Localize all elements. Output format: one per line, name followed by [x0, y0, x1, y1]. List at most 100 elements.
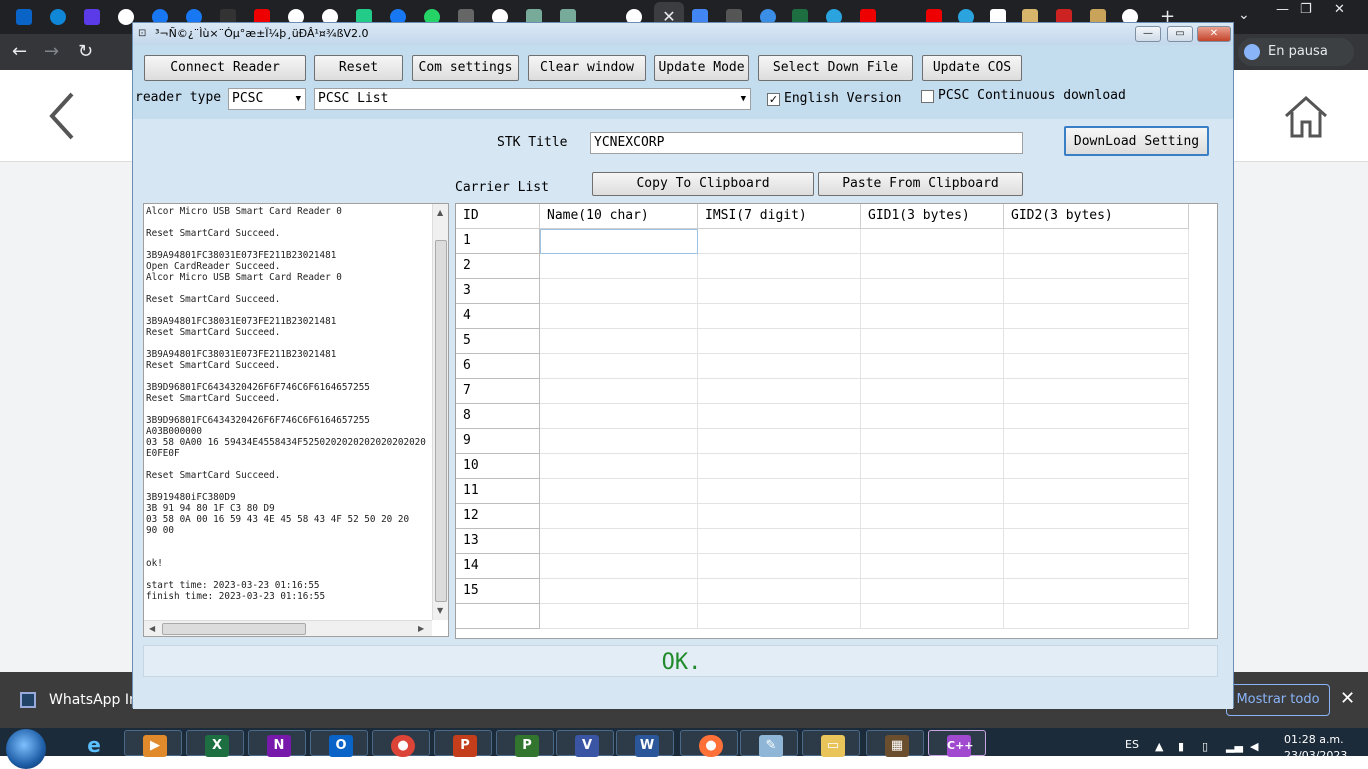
grid-cell[interactable]: [861, 529, 1004, 554]
page-back-chevron-icon[interactable]: [44, 90, 84, 142]
taskbar-word-icon[interactable]: W: [616, 730, 674, 757]
taskbar-powerpoint-icon[interactable]: P: [434, 730, 492, 757]
pcsc-continuous-checkbox[interactable]: [921, 90, 934, 103]
grid-cell[interactable]: [698, 229, 861, 254]
paste-from-clipboard-button[interactable]: Paste From Clipboard: [818, 172, 1023, 196]
window-close-icon[interactable]: ✕: [1197, 26, 1231, 42]
grid-cell[interactable]: [540, 254, 698, 279]
grid-row-id[interactable]: 11: [456, 479, 540, 504]
grid-cell[interactable]: [698, 404, 861, 429]
grid-cell[interactable]: [698, 329, 861, 354]
grid-header-gid2[interactable]: GID2(3 bytes): [1004, 204, 1189, 229]
grid-cell[interactable]: [540, 579, 698, 604]
reset-button[interactable]: Reset: [314, 55, 403, 81]
grid-cell[interactable]: [1004, 579, 1189, 604]
grid-row-id[interactable]: 12: [456, 504, 540, 529]
taskbar-visio-icon[interactable]: V: [556, 730, 614, 757]
grid-row-id[interactable]: 4: [456, 304, 540, 329]
grid-cell[interactable]: [698, 504, 861, 529]
taskbar-explorer-icon[interactable]: ▭: [802, 730, 860, 757]
grid-row-id[interactable]: [456, 604, 540, 629]
reader-list-select[interactable]: PCSC List ▼: [314, 88, 751, 110]
grid-cell[interactable]: [698, 354, 861, 379]
reload-icon[interactable]: ↻: [78, 41, 93, 62]
show-all-downloads-button[interactable]: Mostrar todo: [1226, 684, 1330, 716]
grid-row-id[interactable]: 10: [456, 454, 540, 479]
com-settings-button[interactable]: Com settings: [412, 55, 519, 81]
tray-show-hidden-icon[interactable]: ▲: [1155, 740, 1163, 753]
tray-volume-icon[interactable]: ◀: [1250, 740, 1258, 753]
taskbar-onenote-icon[interactable]: N: [248, 730, 306, 757]
download-setting-button[interactable]: DownLoad Setting: [1064, 126, 1209, 156]
browser-restore-icon[interactable]: ❐: [1300, 2, 1312, 17]
grid-cell[interactable]: [861, 379, 1004, 404]
tray-device-icon[interactable]: ▯: [1202, 740, 1208, 753]
grid-cell[interactable]: [540, 529, 698, 554]
grid-cell[interactable]: [1004, 554, 1189, 579]
back-arrow-icon[interactable]: ←: [12, 41, 27, 62]
grid-row-id[interactable]: 7: [456, 379, 540, 404]
grid-header-id[interactable]: ID: [456, 204, 540, 229]
grid-cell[interactable]: [698, 379, 861, 404]
grid-cell[interactable]: [1004, 429, 1189, 454]
clear-window-button[interactable]: Clear window: [528, 55, 646, 81]
tab-favicon-outlook-icon[interactable]: [16, 9, 32, 25]
grid-cell[interactable]: [861, 479, 1004, 504]
grid-cell[interactable]: [861, 454, 1004, 479]
grid-cell[interactable]: [861, 554, 1004, 579]
english-version-checkbox[interactable]: ✓: [767, 93, 780, 106]
grid-cell[interactable]: [698, 554, 861, 579]
grid-cell[interactable]: [698, 254, 861, 279]
update-cos-button[interactable]: Update COS: [922, 55, 1022, 81]
grid-row-id[interactable]: 2: [456, 254, 540, 279]
grid-cell[interactable]: [1004, 504, 1189, 529]
taskbar-app-icon[interactable]: ▦: [866, 730, 924, 757]
scroll-right-arrow-icon[interactable]: ▶: [418, 624, 424, 633]
grid-cell[interactable]: [540, 604, 698, 629]
close-download-shelf-icon[interactable]: ✕: [1340, 688, 1355, 709]
grid-cell[interactable]: [1004, 229, 1189, 254]
grid-row-id[interactable]: 5: [456, 329, 540, 354]
grid-row-id[interactable]: 3: [456, 279, 540, 304]
reader-type-select[interactable]: PCSC ▼: [228, 88, 306, 110]
taskbar-project-icon[interactable]: P: [496, 730, 554, 757]
carrier-grid[interactable]: ID Name(10 char) IMSI(7 digit) GID1(3 bytes…: [455, 203, 1218, 639]
window-titlebar[interactable]: ⊡ ³¬Ñ©¿¨Ìù×¨Óµ°æ±Ï¼þ¸üÐÂ¹¤¾ßV2.0 — ▭ ✕: [133, 23, 1233, 45]
taskbar-cpp-app-icon[interactable]: C++: [928, 730, 986, 757]
grid-cell-selected[interactable]: [540, 229, 698, 254]
grid-cell[interactable]: [861, 329, 1004, 354]
grid-cell[interactable]: [540, 504, 698, 529]
tray-language[interactable]: ES: [1125, 738, 1139, 751]
scroll-up-arrow-icon[interactable]: ▲: [437, 208, 443, 217]
grid-cell[interactable]: [698, 579, 861, 604]
log-vertical-scroll-thumb[interactable]: [435, 240, 447, 602]
grid-cell[interactable]: [861, 429, 1004, 454]
grid-cell[interactable]: [861, 304, 1004, 329]
grid-cell[interactable]: [540, 429, 698, 454]
grid-cell[interactable]: [1004, 479, 1189, 504]
grid-cell[interactable]: [861, 279, 1004, 304]
grid-row-id[interactable]: 8: [456, 404, 540, 429]
grid-cell[interactable]: [1004, 404, 1189, 429]
grid-row-id[interactable]: 14: [456, 554, 540, 579]
grid-cell[interactable]: [540, 404, 698, 429]
grid-cell[interactable]: [1004, 279, 1189, 304]
update-mode-button[interactable]: Update Mode: [654, 55, 749, 81]
grid-cell[interactable]: [698, 529, 861, 554]
grid-cell[interactable]: [540, 379, 698, 404]
browser-minimize-icon[interactable]: —: [1276, 2, 1289, 17]
select-down-file-button[interactable]: Select Down File: [758, 55, 913, 81]
grid-row-id[interactable]: 9: [456, 429, 540, 454]
profile-paused-button[interactable]: En pausa: [1238, 38, 1354, 66]
grid-header-name[interactable]: Name(10 char): [540, 204, 698, 229]
grid-cell[interactable]: [1004, 354, 1189, 379]
log-textbox[interactable]: Alcor Micro USB Smart Card Reader 0 Rese…: [143, 203, 449, 637]
tray-signal-icon[interactable]: ▂▄: [1226, 740, 1243, 753]
grid-cell[interactable]: [540, 329, 698, 354]
grid-cell[interactable]: [1004, 454, 1189, 479]
grid-cell[interactable]: [540, 554, 698, 579]
tab-search-chevron-icon[interactable]: ⌄: [1238, 7, 1250, 23]
tray-clock-time[interactable]: 01:28 a.m.: [1284, 733, 1344, 746]
grid-row-id[interactable]: 13: [456, 529, 540, 554]
grid-cell[interactable]: [540, 354, 698, 379]
